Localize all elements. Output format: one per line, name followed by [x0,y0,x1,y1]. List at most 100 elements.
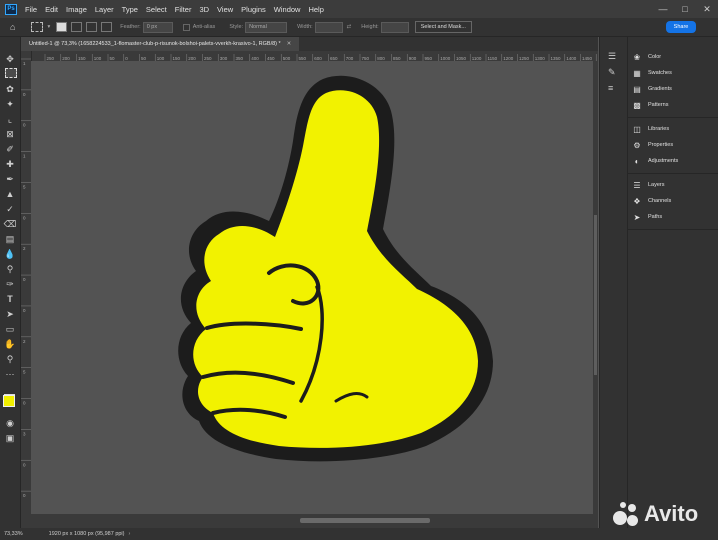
menu-image[interactable]: Image [62,5,91,14]
pen-tool-icon[interactable]: ✑ [4,278,16,290]
vertical-scroll-thumb[interactable] [594,215,597,375]
menu-filter[interactable]: Filter [171,5,196,14]
blur-tool-icon[interactable]: 💧 [4,248,16,260]
photoshop-logo: Ps [5,3,17,15]
width-label: Width: [297,24,313,30]
crop-tool-icon[interactable]: ⌞ [4,113,16,125]
ruler-tick-label: 0 [23,215,26,220]
ruler-tick-label: 1 [23,154,26,159]
lasso-tool-icon[interactable]: ✿ [4,83,16,95]
panel-patterns[interactable]: ▩ Patterns [632,98,668,112]
palette-icon: ❀ [633,52,641,62]
ruler-tick-label: 0 [23,462,26,467]
panel-channels[interactable]: ❖ Channels [632,194,671,208]
eyedropper-tool-icon[interactable]: ✐ [4,143,16,155]
close-tab-icon[interactable]: ✕ [287,41,292,47]
move-tool-icon[interactable]: ✥ [4,53,16,65]
feather-label: Feather: [120,24,141,30]
panel-adjustments-label: Adjustments [648,158,679,164]
select-and-mask-button[interactable]: Select and Mask... [414,21,472,33]
height-input[interactable] [380,21,409,33]
ruler-tick-label: 2 [23,339,26,344]
panel-color[interactable]: ❀ Color [632,50,662,64]
menu-file[interactable]: File [21,5,41,14]
rectangle-tool-icon[interactable]: ▭ [4,323,16,335]
magic-wand-tool-icon[interactable]: ✦ [4,98,16,110]
brush-tool-icon[interactable]: ✒ [4,173,16,185]
home-icon[interactable]: ⌂ [10,22,15,32]
panel-swatches[interactable]: ▦ Swatches [632,66,672,80]
clone-stamp-tool-icon[interactable]: ▲ [4,188,16,200]
menu-type[interactable]: Type [118,5,142,14]
panel-libraries[interactable]: ◫ Libraries [632,122,669,136]
minimize-icon[interactable]: — [652,0,674,18]
horizontal-scroll-thumb[interactable] [300,518,430,523]
panel-paths[interactable]: ➤ Paths [632,210,662,224]
antialias-checkbox[interactable] [182,23,190,31]
intersect-selection-icon[interactable] [101,22,113,32]
ruler-tick-label: 0 [23,123,26,128]
width-input[interactable] [314,21,343,33]
chevron-down-icon[interactable]: ▾ [47,24,50,30]
healing-brush-tool-icon[interactable]: ✚ [4,158,16,170]
zoom-level[interactable]: 73,33% [4,531,23,537]
panel-properties[interactable]: ⚙ Properties [632,138,673,152]
history-icon[interactable]: ☰ [608,51,616,62]
gradient-tool-icon[interactable]: ▤ [4,233,16,245]
share-button[interactable]: Share [666,21,696,33]
menu-window[interactable]: Window [270,5,305,14]
panel-gradients[interactable]: ▤ Gradients [632,82,672,96]
right-panels: ❀ Color ▦ Swatches ▤ Gradients ▩ Patterns ◫ L… [627,37,718,528]
menu-view[interactable]: View [213,5,237,14]
canvas-area[interactable] [31,61,593,514]
eraser-tool-icon[interactable]: ⌫ [4,218,17,230]
chevron-right-icon[interactable]: › [129,531,131,537]
history-brush-tool-icon[interactable]: ✓ [4,203,16,215]
style-select[interactable]: Normal [245,21,288,33]
add-selection-icon[interactable] [71,22,83,32]
ruler-tick-label: 0 [23,277,26,282]
zoom-tool-icon[interactable]: ⚲ [4,353,16,365]
panel-layers[interactable]: ☰ Layers [632,178,664,192]
character-icon[interactable]: ≡ [608,83,613,93]
path-selection-tool-icon[interactable]: ➤ [4,308,16,320]
brush-settings-icon[interactable]: ✎ [608,67,616,78]
layers-icon: ☰ [633,180,641,190]
feather-input[interactable]: 0 px [142,21,173,33]
new-selection-icon[interactable] [56,22,68,32]
more-tools-icon[interactable]: ⋯ [4,368,16,380]
document-tab[interactable]: Untitled-1 @ 73,3% (1658224533_1-flomast… [21,37,300,51]
menu-help[interactable]: Help [304,5,327,14]
panel-divider [628,173,718,174]
maximize-icon[interactable]: □ [674,0,696,18]
style-label: Style: [229,24,244,30]
rectangular-marquee-tool-icon[interactable] [5,68,17,78]
document-info: 1920 px x 1080 px (95,987 ppi) [48,531,125,537]
foreground-color-swatch[interactable] [3,395,15,407]
menu-plugins[interactable]: Plugins [237,5,270,14]
marquee-tool-preset-icon[interactable] [31,22,44,32]
panel-adjustments[interactable]: ◐ Adjustments [632,154,679,168]
swatches-icon: ▦ [633,68,641,78]
ruler-tick-label: 2 [23,246,26,251]
document-tab-title: Untitled-1 @ 73,3% (1658224533_1-flomast… [29,41,281,47]
menu-edit[interactable]: Edit [41,5,62,14]
thumbs-up-artwork [178,75,493,462]
paths-icon: ➤ [633,212,641,222]
screen-mode-icon[interactable]: ▣ [4,432,16,444]
frame-tool-icon[interactable]: ⊠ [4,128,16,140]
ruler-tick-label: 0 [23,308,26,313]
hand-tool-icon[interactable]: ✋ [4,338,16,350]
menu-select[interactable]: Select [142,5,171,14]
ruler-tick-label: 1 [23,61,26,66]
menu-bar: Ps File Edit Image Layer Type Select Fil… [0,0,718,18]
options-bar: ⌂ ▾ Feather: 0 px Anti-alias Style: Norm… [0,18,718,37]
menu-layer[interactable]: Layer [91,5,118,14]
quick-mask-icon[interactable]: ◉ [4,417,16,429]
menu-3d[interactable]: 3D [195,5,213,14]
subtract-selection-icon[interactable] [86,22,98,32]
swap-icon[interactable]: ⇄ [347,24,352,30]
close-icon[interactable]: ✕ [696,0,718,18]
type-tool-icon[interactable]: T [4,293,16,305]
dodge-tool-icon[interactable]: ⚲ [4,263,16,275]
